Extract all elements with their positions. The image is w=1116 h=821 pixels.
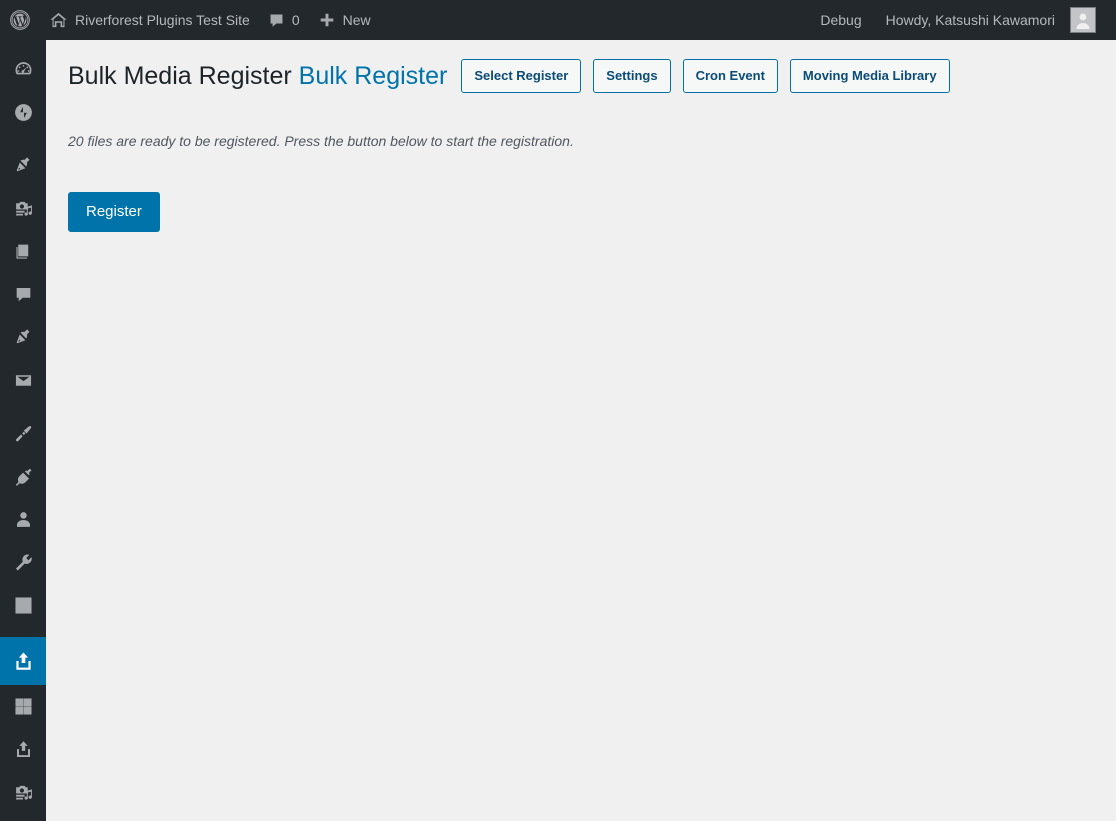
- sidebar-item-plugins[interactable]: [0, 455, 46, 498]
- mail-envelope-icon: [13, 370, 34, 391]
- media-camera-music-icon: [13, 782, 34, 803]
- sidebar-item-users[interactable]: [0, 498, 46, 541]
- page-title-sub: Bulk Register: [298, 61, 448, 90]
- wp-logo-menu-item[interactable]: [0, 0, 40, 40]
- page-header: Bulk Media Register Bulk Register Select…: [68, 50, 1096, 93]
- wrench-icon: [13, 552, 34, 573]
- page-wrap: Bulk Media Register Bulk Register Select…: [46, 40, 1116, 232]
- sidebar-item-mail[interactable]: [0, 359, 46, 402]
- sidebar-item-appearance[interactable]: [0, 412, 46, 455]
- sidebar-item-custom-post[interactable]: [0, 316, 46, 359]
- site-name-menu-item[interactable]: Riverforest Plugins Test Site: [40, 0, 259, 40]
- sidebar-item-media-2[interactable]: [0, 771, 46, 814]
- main-content-area: Bulk Media Register Bulk Register Select…: [46, 40, 1116, 821]
- grid-icon: [13, 696, 34, 717]
- debug-menu-item[interactable]: Debug: [808, 0, 873, 40]
- admin-sidebar-menu: [0, 40, 54, 821]
- new-label: New: [342, 12, 371, 28]
- howdy-label: Howdy, Katsushi Kawamori: [885, 12, 1055, 28]
- jetpack-icon: [13, 102, 34, 123]
- admin-bar-right: Debug Howdy, Katsushi Kawamori: [808, 0, 1116, 40]
- sidebar-item-bulk-media-register[interactable]: [0, 637, 54, 685]
- sidebar-item-jetpack[interactable]: [0, 91, 46, 134]
- debug-label: Debug: [820, 12, 862, 28]
- admin-bar: Riverforest Plugins Test Site 0 New Debu…: [0, 0, 1116, 40]
- status-description: 20 files are ready to be registered. Pre…: [68, 133, 574, 149]
- plus-icon: [318, 11, 336, 29]
- upload-icon: [13, 739, 34, 760]
- pin-icon: [13, 155, 34, 176]
- menu-separator: [0, 134, 46, 144]
- my-account-menu-item[interactable]: Howdy, Katsushi Kawamori: [874, 0, 1108, 40]
- media-camera-music-icon: [13, 198, 34, 219]
- select-register-button[interactable]: Select Register: [461, 59, 582, 93]
- page-title-main: Bulk Media Register: [68, 61, 292, 90]
- sidebar-item-comments[interactable]: [0, 273, 46, 316]
- home-icon: [49, 11, 68, 30]
- admin-bar-left: Riverforest Plugins Test Site 0 New: [0, 0, 380, 40]
- page-title-actions: Select Register Settings Cron Event Movi…: [461, 59, 950, 93]
- comment-bubble-icon: [13, 284, 34, 305]
- cron-event-button[interactable]: Cron Event: [682, 59, 778, 93]
- sidebar-item-posts[interactable]: [0, 144, 46, 187]
- settings-sliders-icon: [13, 595, 34, 616]
- wordpress-logo-icon: [9, 9, 31, 31]
- pin-icon: [13, 327, 34, 348]
- avatar: [1070, 7, 1096, 33]
- user-icon: [13, 509, 34, 530]
- sidebar-item-upload[interactable]: [0, 728, 46, 771]
- sidebar-item-dashboard[interactable]: [0, 48, 46, 91]
- sidebar-item-pages[interactable]: [0, 230, 46, 273]
- new-content-menu-item[interactable]: New: [309, 0, 380, 40]
- site-name-label: Riverforest Plugins Test Site: [75, 12, 250, 28]
- dashboard-gauge-icon: [13, 59, 34, 80]
- menu-separator: [0, 627, 46, 637]
- paintbrush-icon: [13, 423, 34, 444]
- menu-top-spacer: [0, 40, 46, 48]
- sidebar-item-media[interactable]: [0, 187, 46, 230]
- comment-bubble-icon: [268, 12, 285, 29]
- menu-separator: [0, 402, 46, 412]
- settings-button[interactable]: Settings: [593, 59, 671, 93]
- plug-icon: [13, 466, 34, 487]
- register-button[interactable]: Register: [68, 192, 160, 232]
- upload-icon: [12, 650, 35, 673]
- sidebar-item-settings[interactable]: [0, 584, 46, 627]
- page-title: Bulk Media Register Bulk Register: [68, 60, 447, 93]
- pages-icon: [13, 241, 34, 262]
- moving-media-library-button[interactable]: Moving Media Library: [789, 59, 950, 93]
- sidebar-item-tools[interactable]: [0, 541, 46, 584]
- sidebar-item-grid[interactable]: [0, 685, 46, 728]
- comments-menu-item[interactable]: 0: [259, 0, 309, 40]
- comments-count: 0: [291, 12, 300, 28]
